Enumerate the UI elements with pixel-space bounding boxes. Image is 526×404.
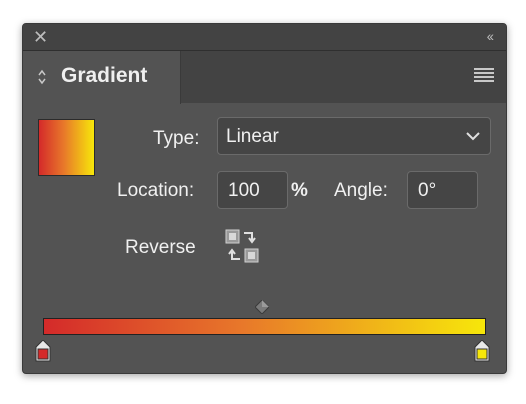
midpoint-diamond-icon[interactable] bbox=[255, 300, 269, 314]
gradient-swatch[interactable] bbox=[38, 119, 95, 176]
location-value: 100 bbox=[228, 180, 260, 201]
type-label: Type: bbox=[153, 128, 200, 149]
panel-menu-icon[interactable] bbox=[474, 68, 494, 82]
type-select[interactable]: Linear bbox=[217, 117, 491, 155]
tab-gradient[interactable]: Gradient bbox=[23, 51, 181, 104]
color-stop-end[interactable] bbox=[474, 340, 490, 362]
gradient-panel: ✕ ‹‹ Gradient Type: Linear Location: 100… bbox=[22, 23, 507, 374]
type-select-value: Linear bbox=[226, 126, 279, 147]
location-label: Location: bbox=[117, 180, 195, 201]
angle-label: Angle: bbox=[334, 180, 388, 201]
collapse-panel-icon[interactable]: ‹‹ bbox=[487, 28, 494, 44]
location-input[interactable]: 100 bbox=[217, 171, 288, 209]
angle-value: 0° bbox=[418, 180, 437, 201]
panel-tabstrip: Gradient bbox=[23, 51, 506, 104]
chevron-down-icon bbox=[466, 132, 480, 141]
reverse-gradient-icon[interactable] bbox=[225, 229, 259, 263]
close-icon[interactable]: ✕ bbox=[33, 27, 48, 47]
gradient-ramp-slider[interactable] bbox=[43, 318, 486, 335]
expand-collapse-icon[interactable] bbox=[37, 68, 47, 86]
panel-titlebar[interactable]: ✕ ‹‹ bbox=[23, 24, 506, 51]
reverse-label: Reverse bbox=[125, 237, 196, 258]
angle-input[interactable]: 0° bbox=[407, 171, 478, 209]
location-unit: % bbox=[291, 180, 308, 201]
tab-title: Gradient bbox=[61, 64, 148, 87]
color-stop-start[interactable] bbox=[35, 340, 51, 362]
